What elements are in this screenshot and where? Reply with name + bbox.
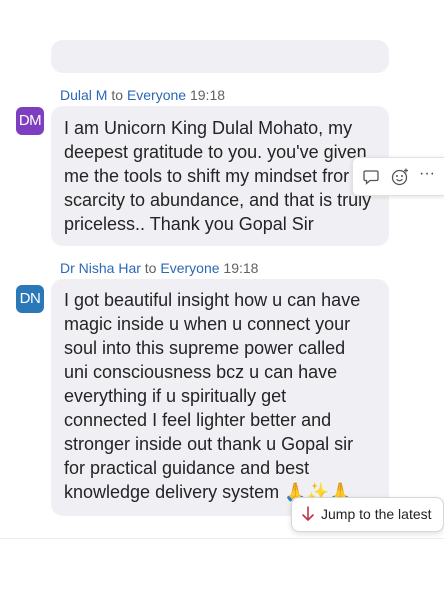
message-header: Dr Nisha Har to Everyone 19:18 xyxy=(60,260,258,276)
divider xyxy=(0,538,444,539)
recipient-name[interactable]: Everyone xyxy=(160,260,219,276)
jump-to-latest-button[interactable]: Jump to the latest xyxy=(291,497,444,532)
message-time: 19:18 xyxy=(189,87,226,103)
message-line: everything if u spiritually get xyxy=(64,386,287,406)
avatar[interactable]: DN xyxy=(16,285,44,313)
to-word: to xyxy=(144,260,157,276)
recipient-name[interactable]: Everyone xyxy=(127,87,186,103)
message-line: connected I feel lighter better and xyxy=(64,410,332,430)
message-actions-bar: ··· xyxy=(352,157,444,196)
chat-panel: Dulal M to Everyone 19:18 DM I am Unicor… xyxy=(0,0,444,540)
avatar[interactable]: DM xyxy=(16,107,44,135)
message-line: magic inside u when u connect your xyxy=(64,314,351,334)
message-line: for practical guidance and best xyxy=(64,458,310,478)
message-line: knowledge delivery system xyxy=(64,482,280,502)
to-word: to xyxy=(111,87,124,103)
message-header: Dulal M to Everyone 19:18 xyxy=(60,87,225,103)
sender-name[interactable]: Dulal M xyxy=(60,87,107,103)
message-time: 19:18 xyxy=(223,260,259,276)
arrow-down-icon xyxy=(301,505,315,523)
reply-icon[interactable] xyxy=(361,167,381,187)
message-line: scarcity to abundance, and that is truly xyxy=(64,190,372,210)
message-bubble[interactable]: I am Unicorn King Dulal Mohato, my deepe… xyxy=(51,106,389,246)
message-bubble[interactable]: I got beautiful insight how u can have m… xyxy=(51,279,389,516)
message-line: deepest gratitude to you. you've given xyxy=(64,142,367,162)
previous-message-bubble xyxy=(51,40,389,73)
message-line: I got beautiful insight how u can have xyxy=(64,290,361,310)
sender-name[interactable]: Dr Nisha Har xyxy=(60,260,141,276)
message-line: me the tools to shift my mindset fror xyxy=(64,166,350,186)
message-line: stronger inside out thank u Gopal sir xyxy=(64,434,354,454)
more-options-icon[interactable]: ··· xyxy=(419,165,439,185)
jump-to-latest-label: Jump to the latest xyxy=(321,506,432,522)
react-icon[interactable] xyxy=(390,167,410,187)
message-line: soul into this supreme power called xyxy=(64,338,346,358)
message-line: priceless.. Thank you Gopal Sir xyxy=(64,214,314,234)
message-line: I am Unicorn King Dulal Mohato, my xyxy=(64,118,353,138)
message-line: uni consciousness bcz u can have xyxy=(64,362,338,382)
